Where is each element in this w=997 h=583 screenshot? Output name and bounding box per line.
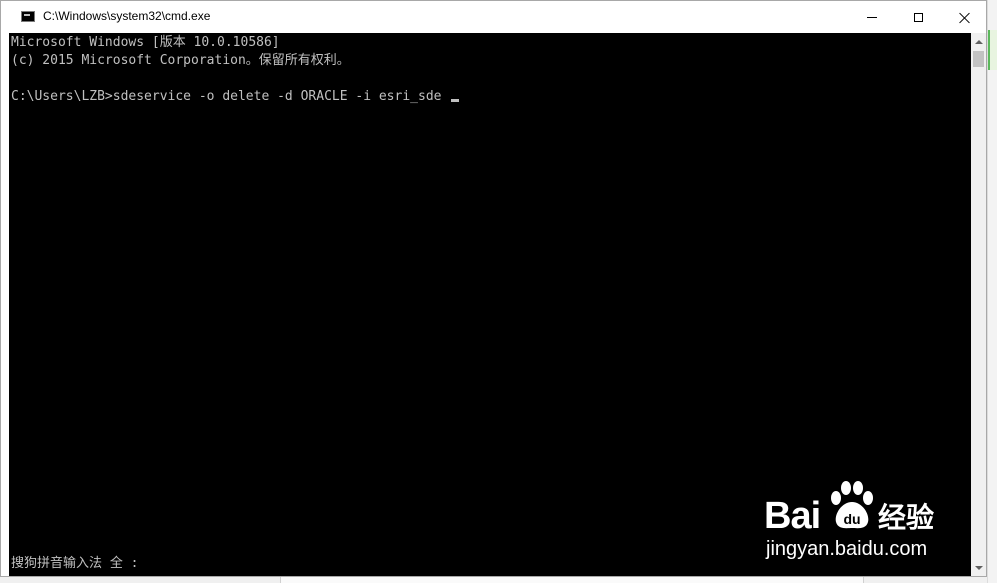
window-title: C:\Windows\system32\cmd.exe — [43, 9, 211, 23]
arrow-down-icon — [974, 565, 983, 570]
scroll-down-button[interactable] — [971, 559, 986, 576]
console-icon — [21, 11, 35, 22]
text-cursor — [451, 99, 460, 102]
title-bar[interactable]: C:\Windows\system32\cmd.exe — [1, 1, 986, 33]
arrow-up-icon — [974, 39, 983, 44]
background-window-strip — [280, 577, 864, 583]
command-text: C:\Users\LZB>sdeservice -o delete -d ORA… — [11, 89, 450, 104]
maximize-icon — [913, 12, 923, 22]
scroll-thumb[interactable] — [973, 51, 984, 67]
vertical-scrollbar[interactable] — [971, 33, 986, 576]
console-output[interactable]: Microsoft Windows [版本 10.0.10586] (c) 20… — [9, 33, 971, 576]
minimize-button[interactable] — [849, 1, 895, 33]
close-icon — [959, 12, 970, 23]
cmd-window: C:\Windows\system32\cmd.exe Microsoft Wi… — [0, 0, 987, 577]
console-line: (c) 2015 Microsoft Corporation。保留所有权利。 — [11, 53, 350, 68]
maximize-button[interactable] — [895, 1, 941, 33]
console-line: Microsoft Windows [版本 10.0.10586] — [11, 35, 280, 50]
background-green-tab — [988, 30, 997, 70]
background-window-edge — [987, 0, 997, 583]
scroll-up-button[interactable] — [971, 33, 986, 50]
close-button[interactable] — [941, 1, 987, 33]
ime-status-bar: 搜狗拼音输入法 全 : — [11, 556, 139, 571]
console-command-line: C:\Users\LZB>sdeservice -o delete -d ORA… — [11, 88, 460, 106]
minimize-icon — [867, 16, 877, 18]
